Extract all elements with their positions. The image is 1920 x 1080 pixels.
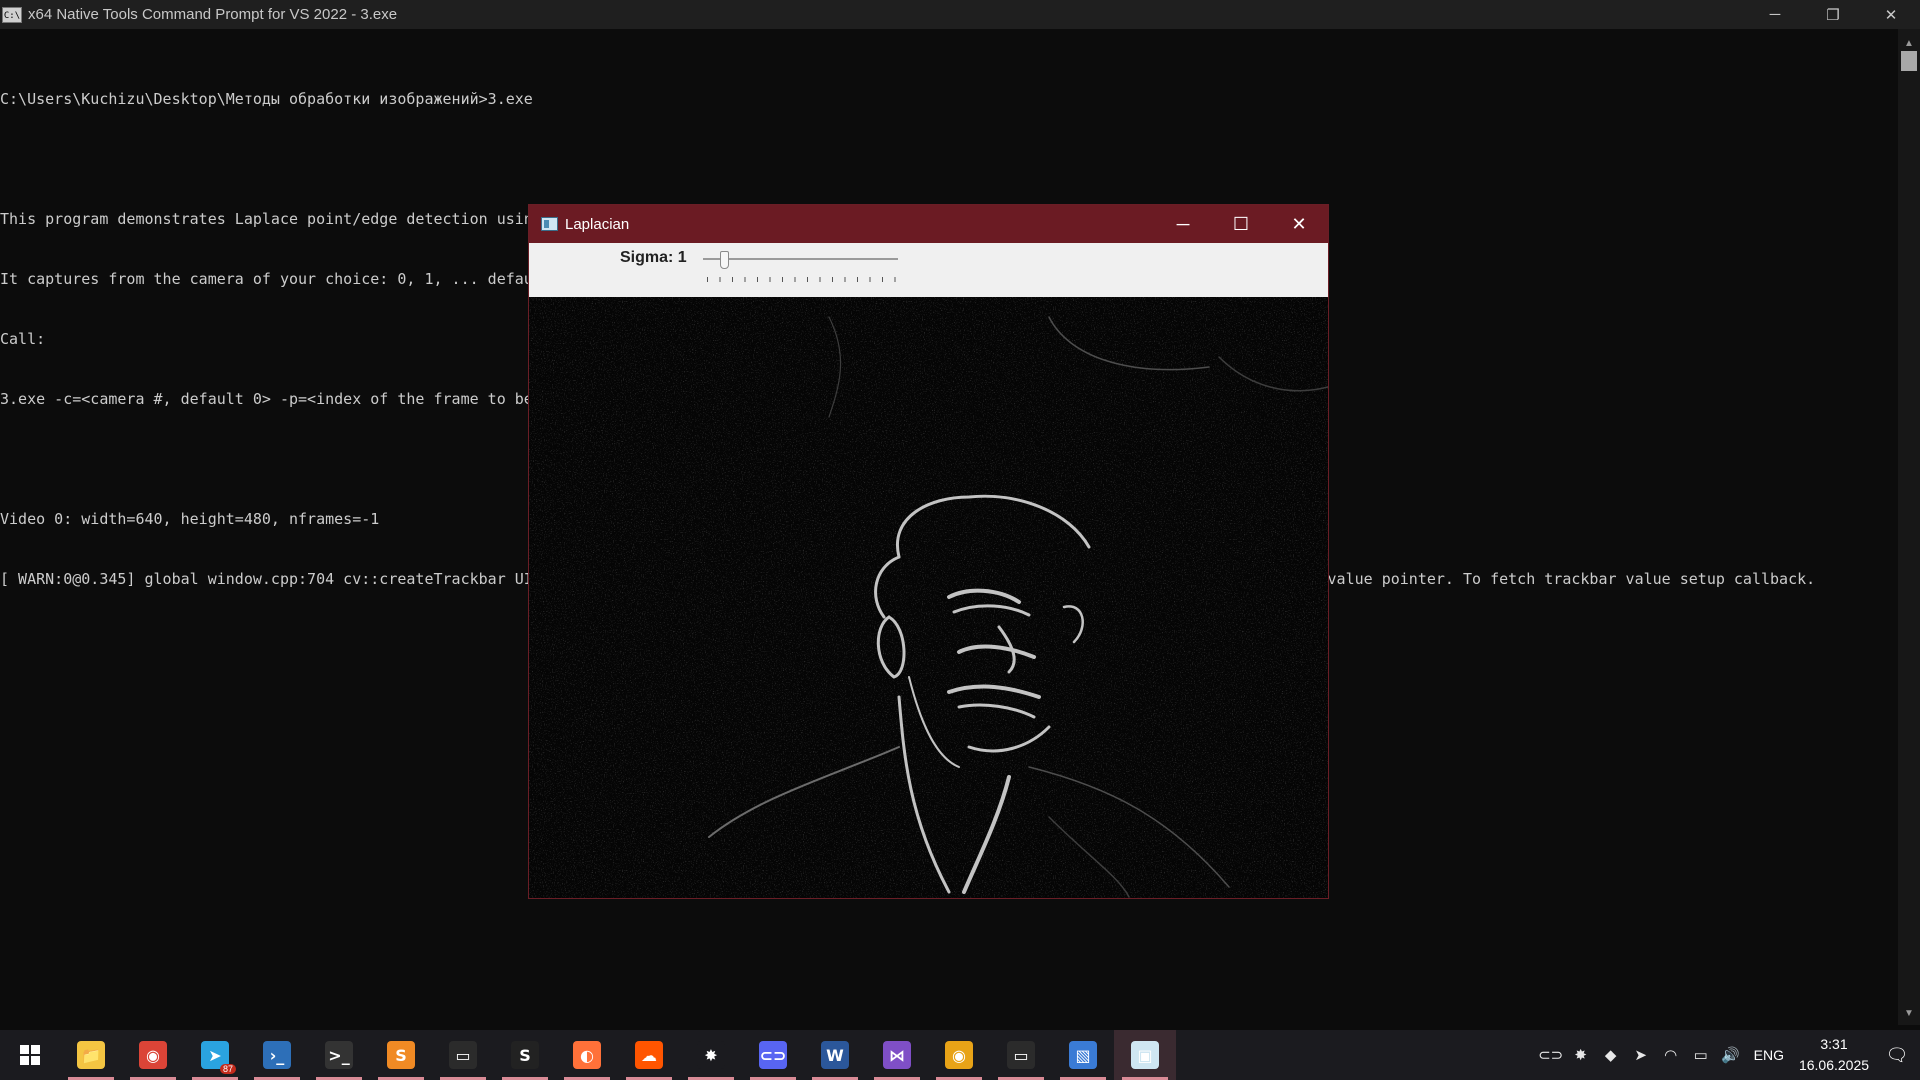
trackbar-ticks [707,277,897,282]
laplacian-maximize-button[interactable]: ☐ [1212,205,1270,243]
notification-center-icon[interactable]: 🗨 [1874,1030,1920,1080]
firefox-icon: ◐ [573,1041,601,1069]
laplacian-minimize-button[interactable]: ─ [1154,205,1212,243]
language-indicator[interactable]: ENG [1754,1047,1784,1063]
photos-icon: ▧ [1069,1041,1097,1069]
sublime-text-icon: S [387,1041,415,1069]
taskbar-app-visual-studio[interactable]: ⋈ [866,1030,928,1080]
taskbar-app-sublime-text[interactable]: S [370,1030,432,1080]
scroll-down-arrow-icon[interactable]: ▼ [1898,1005,1920,1023]
laplacian-window[interactable]: Laplacian ─ ☐ ✕ Sigma: 1 [528,204,1329,899]
taskbar-app-link-app[interactable]: ⊂⊃ [742,1030,804,1080]
link-tray-icon[interactable]: ⊂⊃ [1536,1030,1566,1080]
clock-time: 3:31 [1820,1036,1848,1052]
opencv-window-icon: ▣ [1131,1041,1159,1069]
sigma-trackbar-thumb[interactable] [720,251,729,269]
file-explorer-icon: 📁 [77,1041,105,1069]
chrome-icon: ◉ [139,1041,167,1069]
sun-tray-icon[interactable]: ✸ [1566,1030,1596,1080]
telegram-tray-icon[interactable]: ➤ [1626,1030,1656,1080]
taskbar-app-firefox[interactable]: ◐ [556,1030,618,1080]
restore-button[interactable]: ❐ [1804,0,1862,29]
windows-logo-icon [20,1045,40,1065]
taskbar-app-word[interactable]: W [804,1030,866,1080]
scroll-thumb[interactable] [1901,51,1917,71]
taskbar-app-command-prompt[interactable]: ▭ [990,1030,1052,1080]
clock[interactable]: 3:31 16.06.2025 [1794,1034,1874,1076]
nvidia-icon[interactable]: ◆ [1596,1030,1626,1080]
taskbar-app-chrome-canary[interactable]: ◉ [928,1030,990,1080]
taskbar-app-photos[interactable]: ▧ [1052,1030,1114,1080]
close-button[interactable]: ✕ [1862,0,1920,29]
console-window-icon: ▭ [449,1041,477,1069]
start-button[interactable] [0,1030,60,1080]
system-tray: ⊂⊃ ✸ ◆ ➤ ◠ ▭ 🔊 ENG 3:31 16.06.2025 🗨 [1536,1030,1920,1080]
tray-icons: ⊂⊃ ✸ ◆ ➤ ◠ ▭ 🔊 [1536,1030,1746,1080]
link-app-icon: ⊂⊃ [759,1041,787,1069]
app-s-icon: S [511,1041,539,1069]
console-line: C:\Users\Kuchizu\Desktop\Методы обработк… [0,90,533,108]
taskbar: 📁 ◉ ➤ 87 ›_ >_ S ▭ S ◐ ☁ ✸ ⊂⊃ W ⋈ ◉ ▭ ▧ ▣ ⊂⊃ ✸ ◆ ➤ ◠ ▭ 🔊 ENG 3:3… [0,1030,1920,1080]
opencv-window-icon [541,217,558,231]
taskbar-app-console-window[interactable]: ▭ [432,1030,494,1080]
console-scrollbar[interactable]: ▲ ▼ [1898,29,1920,1025]
sun-app-icon: ✸ [697,1041,725,1069]
laplacian-window-title: Laplacian [565,215,630,233]
chrome-canary-icon: ◉ [945,1041,973,1069]
console-app-icon: C:\ [2,6,22,23]
laplacian-titlebar[interactable]: Laplacian ─ ☐ ✕ [529,205,1328,243]
sigma-trackbar-label: Sigma: 1 [620,249,687,266]
command-prompt-icon: ▭ [1007,1041,1035,1069]
console-window-title: x64 Native Tools Command Prompt for VS 2… [28,6,398,23]
console-titlebar[interactable]: C:\ x64 Native Tools Command Prompt for … [0,0,1920,29]
wifi-icon[interactable]: ◠ [1656,1030,1686,1080]
trackbar-panel: Sigma: 1 [529,243,1328,297]
taskbar-app-chrome[interactable]: ◉ [122,1030,184,1080]
sigma-trackbar-track[interactable] [703,258,898,260]
volume-icon[interactable]: 🔊 [1716,1030,1746,1080]
minimize-button[interactable]: ─ [1746,0,1804,29]
taskbar-app-soundcloud[interactable]: ☁ [618,1030,680,1080]
laplacian-output-image [529,297,1328,898]
taskbar-app-sun-app[interactable]: ✸ [680,1030,742,1080]
taskbar-app-app-s[interactable]: S [494,1030,556,1080]
taskbar-app-telegram[interactable]: ➤ 87 [184,1030,246,1080]
unread-badge: 87 [219,1064,236,1074]
taskbar-apps: 📁 ◉ ➤ 87 ›_ >_ S ▭ S ◐ ☁ ✸ ⊂⊃ W ⋈ ◉ ▭ ▧ ▣ [60,1030,1176,1080]
powershell-icon: ›_ [263,1041,291,1069]
taskbar-app-opencv-window[interactable]: ▣ [1114,1030,1176,1080]
taskbar-app-terminal[interactable]: >_ [308,1030,370,1080]
laplacian-close-button[interactable]: ✕ [1270,205,1328,243]
terminal-icon: >_ [325,1041,353,1069]
word-icon: W [821,1041,849,1069]
visual-studio-icon: ⋈ [883,1041,911,1069]
battery-icon[interactable]: ▭ [1686,1030,1716,1080]
soundcloud-icon: ☁ [635,1041,663,1069]
taskbar-app-file-explorer[interactable]: 📁 [60,1030,122,1080]
taskbar-app-powershell[interactable]: ›_ [246,1030,308,1080]
clock-date: 16.06.2025 [1798,1057,1870,1073]
